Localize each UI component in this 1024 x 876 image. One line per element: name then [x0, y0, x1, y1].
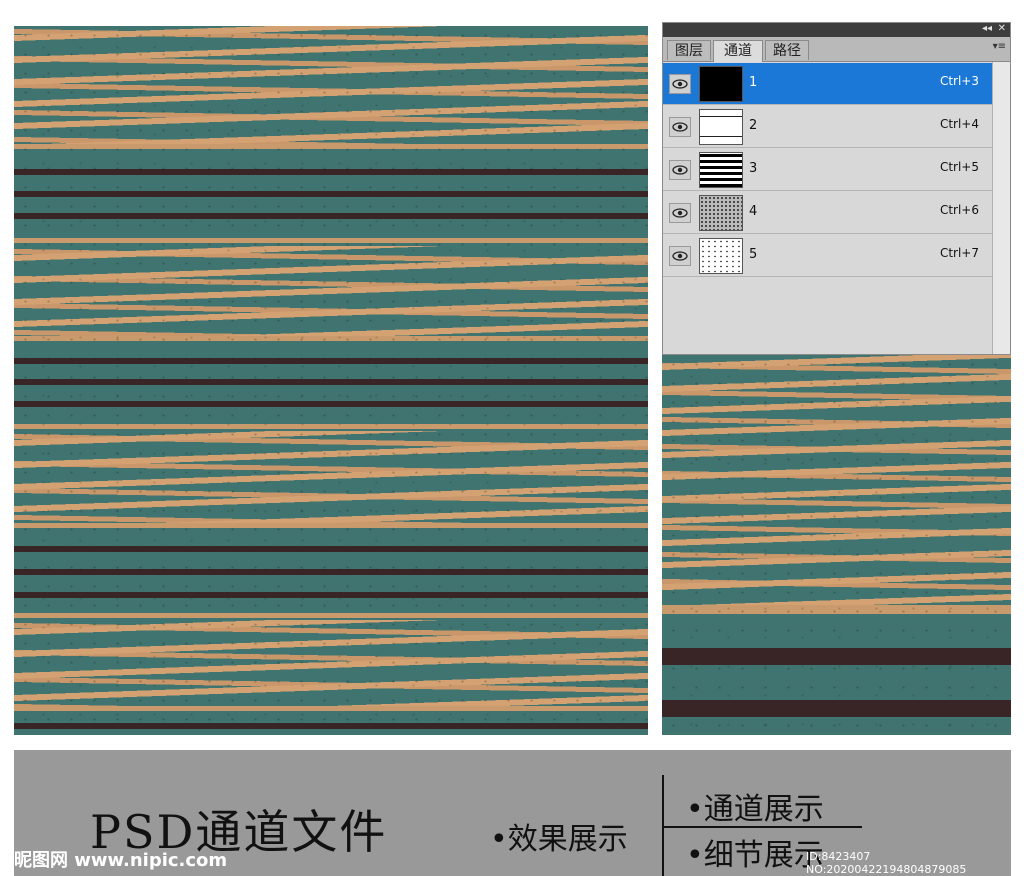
eye-icon[interactable]	[669, 246, 691, 266]
dark-stripe	[662, 648, 1011, 665]
tan-stripe	[14, 613, 648, 618]
wave-band	[662, 355, 1011, 605]
tan-stripe	[14, 238, 648, 243]
site-watermark: 昵图网 www.nipic.com	[14, 850, 228, 871]
detail-label: •细节展示	[686, 838, 824, 873]
panel-tab-bar: 图层 通道 路径 ▾≡	[663, 37, 1010, 62]
tab-channels[interactable]: 通道	[713, 40, 763, 62]
pattern-effect-image	[14, 26, 648, 735]
channel-thumbnail	[699, 238, 743, 274]
channel-row-4[interactable]: 4 Ctrl+6	[663, 192, 993, 234]
dark-stripe	[14, 546, 648, 552]
dark-stripe	[14, 213, 648, 219]
channel-name: 2	[749, 118, 758, 133]
eye-icon[interactable]	[669, 160, 691, 180]
channel-row-2[interactable]: 2 Ctrl+4	[663, 106, 993, 148]
channel-row-1[interactable]: 1 Ctrl+3	[663, 63, 993, 105]
dark-stripe	[14, 169, 648, 175]
dark-stripe	[14, 358, 648, 364]
dark-stripe	[14, 723, 648, 729]
dark-stripe	[14, 379, 648, 385]
tan-stripe	[14, 523, 648, 528]
panel-scrollbar[interactable]	[992, 62, 1010, 354]
tan-stripe	[14, 144, 648, 149]
channel-name: 4	[749, 204, 758, 219]
wave-band	[14, 431, 648, 523]
channel-thumbnail	[699, 66, 743, 102]
channel-thumbnail	[699, 152, 743, 188]
channel-thumbnail	[699, 109, 743, 145]
panel-title-bar: ◂◂ ✕	[663, 23, 1010, 37]
channels-panel: ◂◂ ✕ 图层 通道 路径 ▾≡ 1 Ctrl+3 2 Ctrl+4 3 Ctr…	[662, 22, 1011, 355]
eye-icon[interactable]	[669, 117, 691, 137]
pattern-detail-image	[662, 355, 1011, 735]
channels-label: •通道展示	[686, 792, 824, 827]
collapse-icon[interactable]: ◂◂	[982, 23, 992, 34]
channel-shortcut: Ctrl+7	[939, 246, 979, 260]
effect-label: •效果展示	[490, 822, 628, 857]
channel-row-5[interactable]: 5 Ctrl+7	[663, 235, 993, 277]
close-icon[interactable]: ✕	[998, 23, 1006, 34]
tan-stripe	[14, 424, 648, 429]
wave-band	[14, 620, 648, 706]
channel-name: 1	[749, 75, 758, 90]
channel-shortcut: Ctrl+6	[939, 203, 979, 217]
dark-stripe	[662, 700, 1011, 717]
wave-band	[14, 26, 648, 144]
eye-icon[interactable]	[669, 74, 691, 94]
dark-stripe	[14, 569, 648, 575]
eye-icon[interactable]	[669, 203, 691, 223]
channel-name: 3	[749, 161, 758, 176]
tab-layers[interactable]: 图层	[667, 40, 711, 60]
wave-band	[14, 246, 648, 336]
dark-stripe	[14, 592, 648, 598]
panel-menu-icon[interactable]: ▾≡	[993, 41, 1006, 52]
channel-shortcut: Ctrl+4	[939, 117, 979, 131]
dark-stripe	[14, 401, 648, 407]
tan-stripe	[14, 336, 648, 341]
tab-paths[interactable]: 路径	[765, 40, 809, 60]
tan-stripe	[662, 605, 1011, 614]
tan-stripe	[14, 706, 648, 711]
channel-name: 5	[749, 247, 758, 262]
channel-shortcut: Ctrl+5	[939, 160, 979, 174]
dark-stripe	[14, 191, 648, 197]
channel-row-3[interactable]: 3 Ctrl+5	[663, 149, 993, 191]
image-id-watermark: ID:8423407 NO:20200422194804879085	[806, 850, 967, 876]
channel-thumbnail	[699, 195, 743, 231]
channel-shortcut: Ctrl+3	[939, 74, 979, 88]
